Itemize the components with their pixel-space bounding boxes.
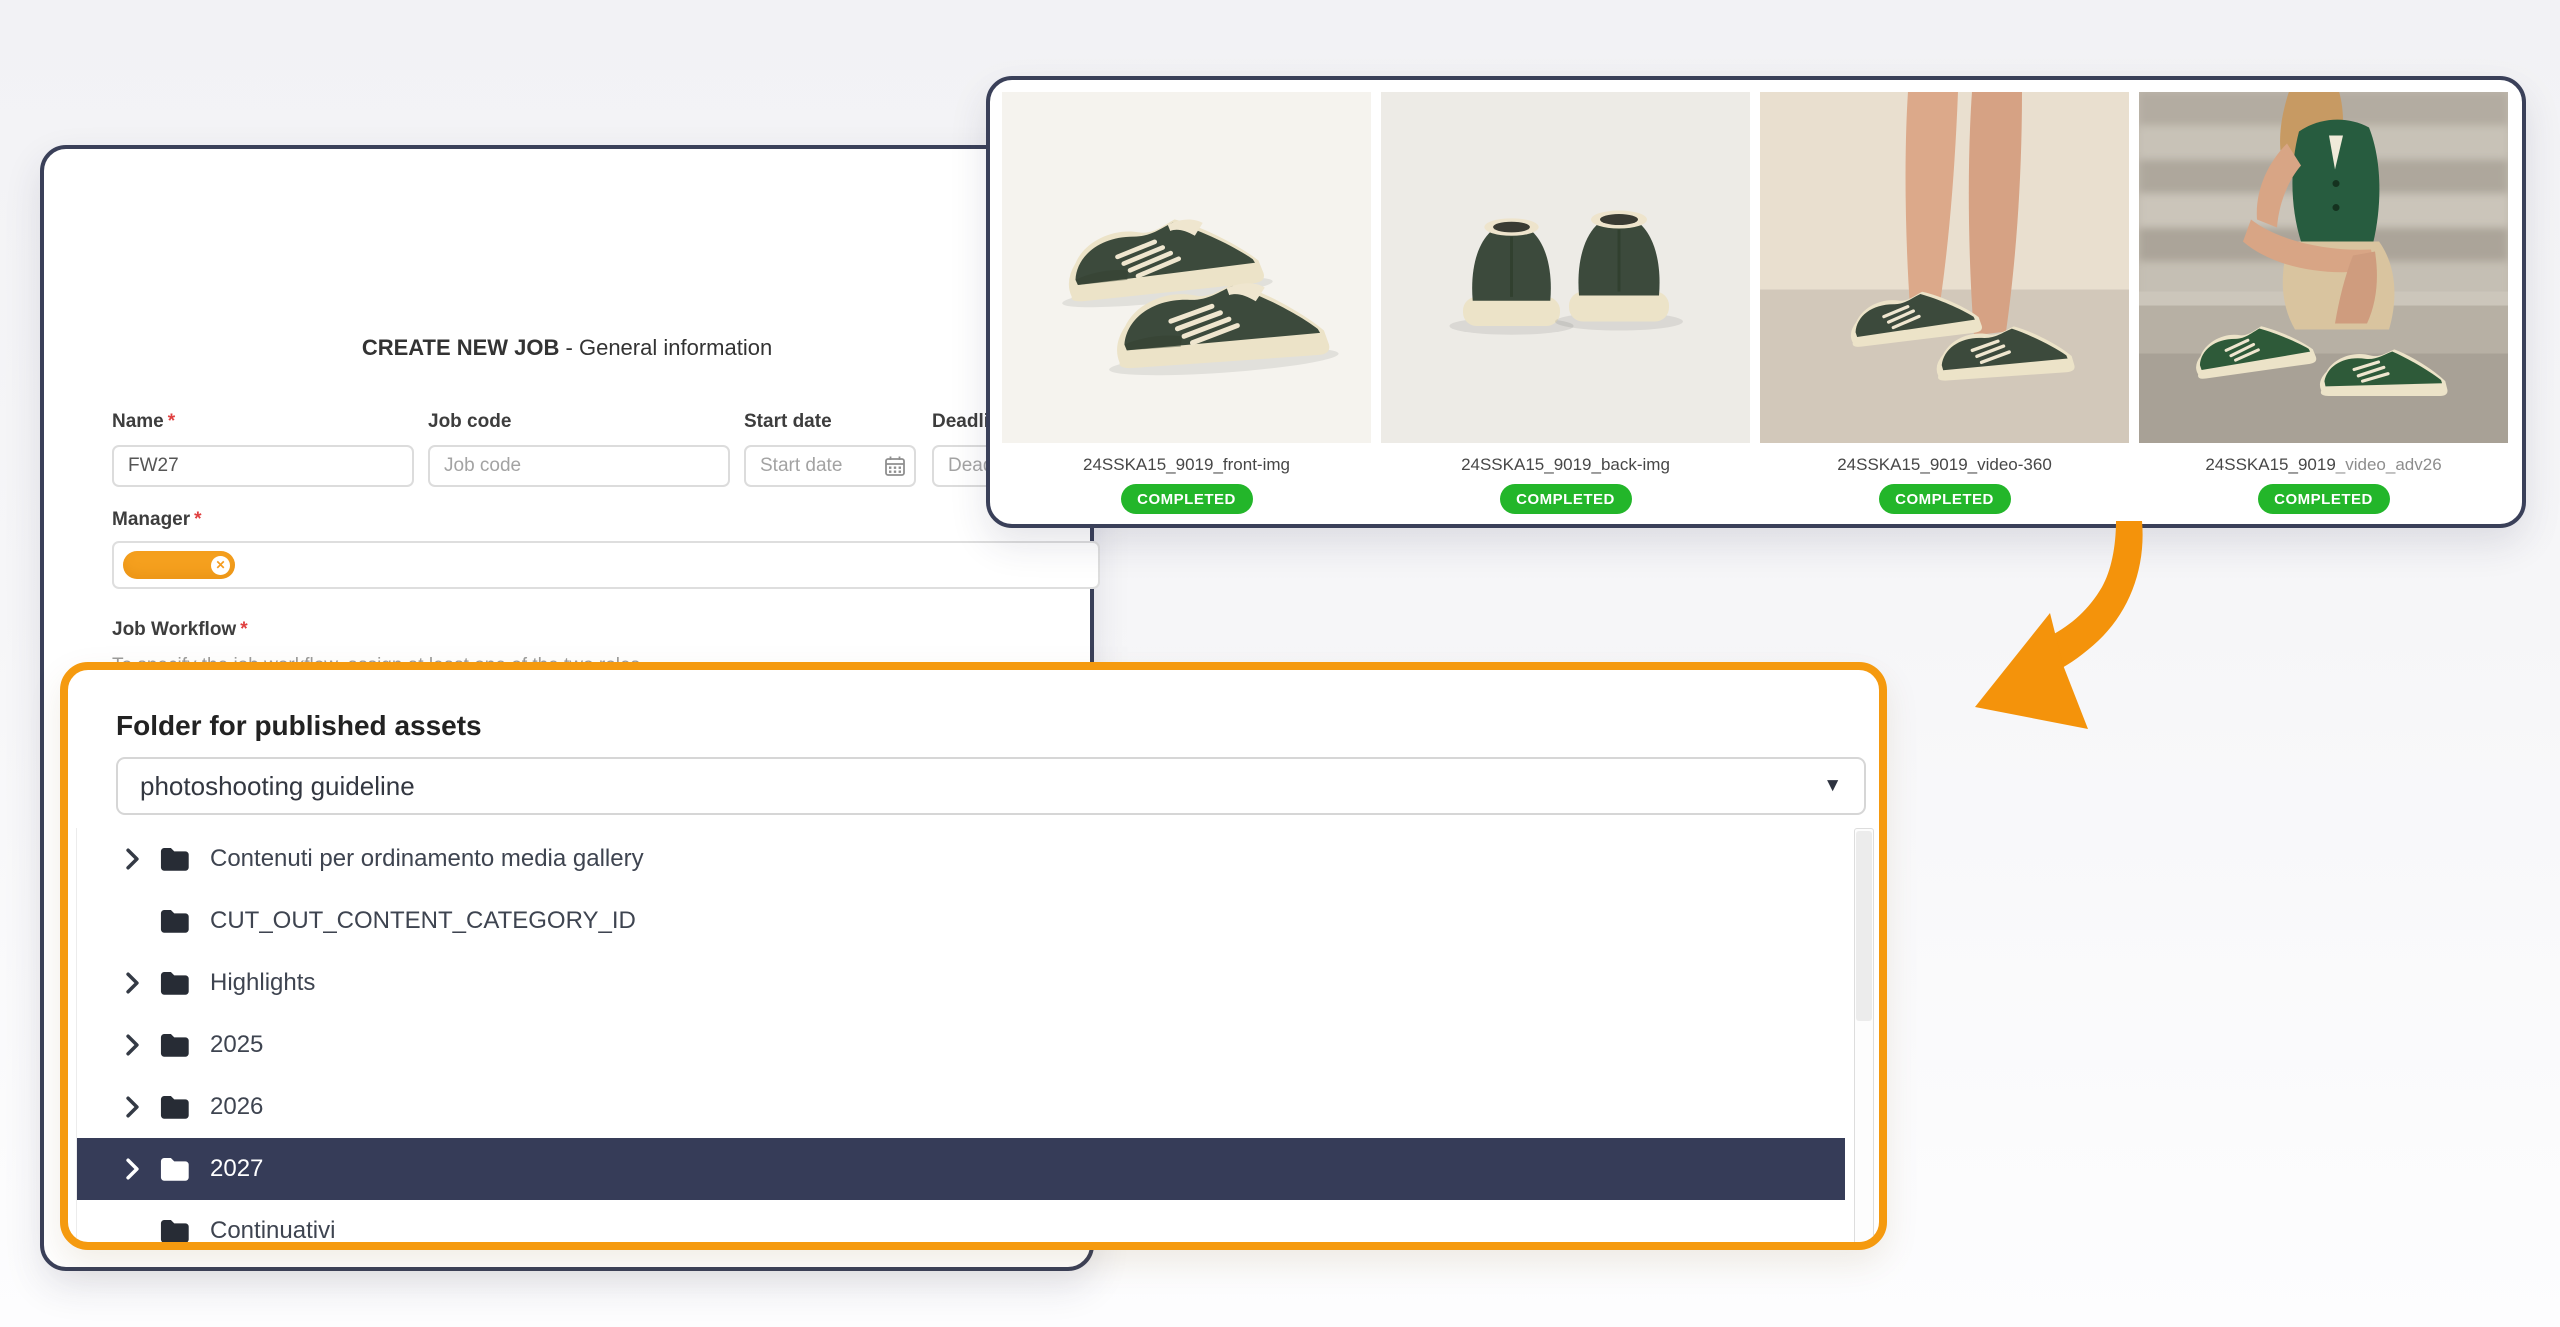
job-code-label: Job code	[428, 411, 511, 433]
manager-field[interactable]: ✕	[112, 541, 1100, 589]
folder-icon	[159, 846, 190, 872]
start-date-field	[744, 445, 916, 487]
asset-caption: 24SSKA15_9019_video-360	[1837, 455, 2052, 475]
tree-item-label: CUT_OUT_CONTENT_CATEGORY_ID	[210, 907, 636, 935]
tree-item-2026[interactable]: 2026	[77, 1076, 1845, 1138]
job-code-input[interactable]	[428, 445, 730, 487]
tree-item-label: Contenuti per ordinamento media gallery	[210, 845, 644, 873]
status-badge: COMPLETED	[1121, 484, 1253, 514]
folder-icon	[159, 908, 190, 934]
asset-photo-model-steps	[2139, 92, 2508, 443]
chevron-right-icon[interactable]	[125, 848, 147, 870]
name-label: Name*	[112, 411, 175, 433]
tree-item-cutout[interactable]: CUT_OUT_CONTENT_CATEGORY_ID	[77, 890, 1845, 952]
status-badge: COMPLETED	[1879, 484, 2011, 514]
tree-item-label: Highlights	[210, 969, 315, 997]
start-date-label: Start date	[744, 411, 832, 433]
folder-icon	[159, 1156, 190, 1182]
tree-item-continuativi[interactable]: Continuativi	[77, 1200, 1845, 1250]
folder-dropdown[interactable]: photoshooting guideline ▼	[116, 757, 1866, 815]
tree-item-label: 2026	[210, 1093, 263, 1121]
calendar-icon[interactable]	[884, 455, 906, 477]
folder-tree: Contenuti per ordinamento media gallery …	[76, 828, 1845, 1250]
chevron-down-icon[interactable]: ▼	[1823, 775, 1842, 797]
chevron-right-icon[interactable]	[125, 1096, 147, 1118]
tree-scrollbar[interactable]	[1854, 828, 1874, 1250]
asset-card-video-adv[interactable]: 24SSKA15_9019_video_adv26 COMPLETED	[2139, 92, 2508, 514]
folder-dropdown-value: photoshooting guideline	[140, 771, 415, 802]
name-input[interactable]	[112, 445, 414, 487]
asset-card-video360[interactable]: 24SSKA15_9019_video-360 COMPLETED	[1760, 92, 2129, 514]
chevron-right-icon[interactable]	[125, 972, 147, 994]
chevron-right-icon[interactable]	[125, 1158, 147, 1180]
remove-tag-icon[interactable]: ✕	[211, 556, 230, 575]
tree-item-contenuti[interactable]: Contenuti per ordinamento media gallery	[77, 828, 1845, 890]
tree-item-label: Continuativi	[210, 1217, 335, 1245]
status-badge: COMPLETED	[2258, 484, 2390, 514]
asset-caption: 24SSKA15_9019_back-img	[1461, 455, 1670, 475]
asset-photo-legs	[1760, 92, 2129, 443]
tree-item-2025[interactable]: 2025	[77, 1014, 1845, 1076]
asset-gallery-panel: 24SSKA15_9019_front-img COMPLETED	[986, 76, 2526, 528]
tree-item-2027[interactable]: 2027	[77, 1138, 1845, 1200]
folder-picker-panel: Folder for published assets photoshootin…	[60, 662, 1887, 1250]
asset-card-back[interactable]: 24SSKA15_9019_back-img COMPLETED	[1381, 92, 1750, 514]
folder-icon	[159, 1032, 190, 1058]
asset-photo-front-pair	[1002, 92, 1371, 443]
tree-item-highlights[interactable]: Highlights	[77, 952, 1845, 1014]
asset-caption: 24SSKA15_9019_front-img	[1083, 455, 1290, 475]
status-badge: COMPLETED	[1500, 484, 1632, 514]
tree-scrollbar-thumb[interactable]	[1856, 831, 1872, 1021]
orange-arrow	[1920, 515, 2200, 745]
folder-icon	[159, 1094, 190, 1120]
tree-item-label: 2025	[210, 1031, 263, 1059]
manager-label: Manager*	[112, 509, 202, 531]
asset-card-front[interactable]: 24SSKA15_9019_front-img COMPLETED	[1002, 92, 1371, 514]
asset-photo-back-pair	[1381, 92, 1750, 443]
manager-tag: ✕	[123, 551, 235, 579]
folder-icon	[159, 970, 190, 996]
asset-caption: 24SSKA15_9019_video_adv26	[2205, 455, 2441, 475]
job-workflow-label: Job Workflow*	[112, 619, 248, 641]
page-title: CREATE NEW JOB - General information	[44, 335, 1090, 361]
folder-icon	[159, 1218, 190, 1244]
chevron-right-icon[interactable]	[125, 1034, 147, 1056]
tree-item-label: 2027	[210, 1155, 263, 1183]
folder-panel-heading: Folder for published assets	[116, 710, 482, 742]
